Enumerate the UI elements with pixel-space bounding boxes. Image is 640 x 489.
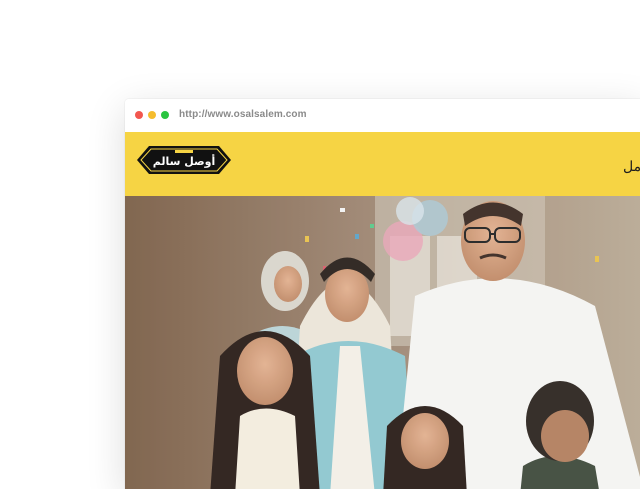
browser-window: http://www.osalsalem.com أوصل سالم مل: [125, 99, 640, 489]
address-bar-url[interactable]: http://www.osalsalem.com: [179, 109, 307, 120]
hero-image: [125, 196, 640, 489]
site-logo[interactable]: أوصل سالم: [137, 144, 231, 176]
nav-link[interactable]: مل: [623, 158, 640, 175]
minimize-window-button[interactable]: [148, 111, 156, 119]
site-header: أوصل سالم مل: [125, 132, 640, 196]
browser-titlebar: http://www.osalsalem.com: [125, 99, 640, 133]
maximize-window-button[interactable]: [161, 111, 169, 119]
svg-text:أوصل سالم: أوصل سالم: [153, 154, 216, 168]
close-window-button[interactable]: [135, 111, 143, 119]
